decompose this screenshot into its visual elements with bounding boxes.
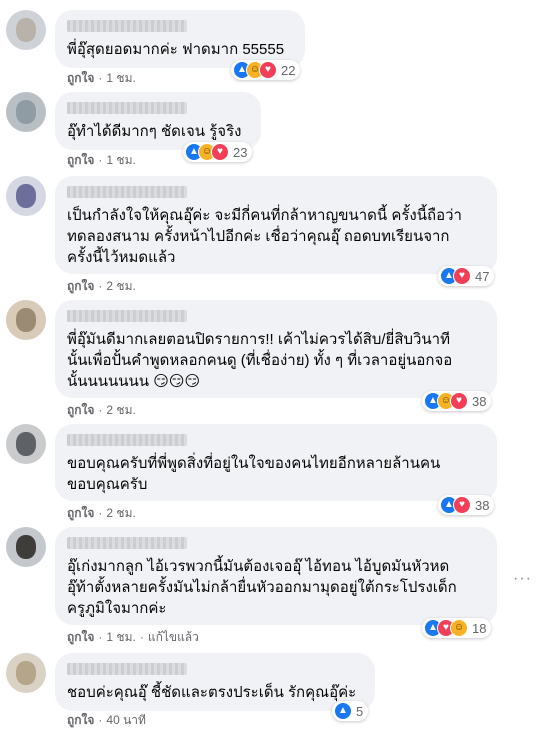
comment-bubble: อุ๊เก่งมากลูก ไอ้เวรพวกนี้มันต้องเจออุ๊ … xyxy=(55,527,497,625)
like-link[interactable]: ถูกใจ xyxy=(67,403,94,417)
timestamp[interactable]: 1 ชม. xyxy=(106,153,135,167)
avatar[interactable] xyxy=(6,653,46,693)
timestamp[interactable]: 40 นาที xyxy=(106,713,146,727)
like-link[interactable]: ถูกใจ xyxy=(67,71,94,85)
love-reaction-icon: ♥ xyxy=(211,143,229,161)
reaction-count: 5 xyxy=(356,703,364,719)
comment-bubble: ชอบค่ะคุณอุ๊ ชี้ชัดและตรงประเด็น รักคุณอ… xyxy=(55,653,375,711)
timestamp[interactable]: 2 ชม. xyxy=(106,403,135,417)
comment-text: พี่อุ๊สุดยอดมากค่ะ ฟาดมาก 55555 xyxy=(67,41,285,58)
edited-label[interactable]: แก้ไขแล้ว xyxy=(148,630,199,644)
comment-text: พี่อุ๊มันดีมากเลยตอนปิดรายการ!! เค้าไม่ค… xyxy=(67,331,453,390)
comment-bubble: พี่อุ๊มันดีมากเลยตอนปิดรายการ!! เค้าไม่ค… xyxy=(55,300,497,398)
love-reaction-icon: ♥ xyxy=(453,267,471,285)
commenter-name-redacted[interactable] xyxy=(67,310,187,322)
reaction-count: 47 xyxy=(475,268,490,284)
separator-dot: · xyxy=(98,279,103,293)
reaction-count: 18 xyxy=(472,620,487,636)
timestamp[interactable]: 2 ชม. xyxy=(106,279,135,293)
comment-actions: ถูกใจ · 1 ชม. · แก้ไขแล้ว xyxy=(67,629,199,645)
commenter-name-redacted[interactable] xyxy=(67,186,187,198)
reaction-summary[interactable]: ▲ 5 xyxy=(332,701,369,721)
separator-dot: · xyxy=(139,630,144,644)
separator-dot: · xyxy=(98,630,103,644)
avatar[interactable] xyxy=(6,300,46,340)
reaction-summary[interactable]: ▲ ☺ ♥ 38 xyxy=(422,391,492,411)
like-reaction-icon: ▲ xyxy=(334,702,352,720)
like-link[interactable]: ถูกใจ xyxy=(67,153,94,167)
commenter-name-redacted[interactable] xyxy=(67,434,187,446)
comment-bubble: ขอบคุณครับที่พี่พูดสิ่งที่อยู่ในใจของคนไ… xyxy=(55,424,497,501)
comment-text: ชอบค่ะคุณอุ๊ ชี้ชัดและตรงประเด็น รักคุณอ… xyxy=(67,684,357,701)
love-reaction-icon: ♥ xyxy=(450,392,468,410)
avatar[interactable] xyxy=(6,10,46,50)
separator-dot: · xyxy=(98,403,103,417)
reaction-summary[interactable]: ▲ ♥ 38 xyxy=(438,495,495,515)
like-link[interactable]: ถูกใจ xyxy=(67,506,94,520)
love-reaction-icon: ♥ xyxy=(259,61,277,79)
haha-reaction-icon: ☺ xyxy=(450,619,468,637)
separator-dot: · xyxy=(98,153,103,167)
comment-text: อุ๊ทำได้ดีมากๆ ชัดเจน รู้จริง xyxy=(67,123,242,140)
comment-bubble: เป็นกำลังใจให้คุณอุ๊ค่ะ จะมีกี่คนที่กล้า… xyxy=(55,176,497,274)
commenter-name-redacted[interactable] xyxy=(67,20,187,32)
avatar[interactable] xyxy=(6,424,46,464)
avatar[interactable] xyxy=(6,527,46,567)
separator-dot: · xyxy=(98,71,103,85)
comment-actions: ถูกใจ · 1 ชม. xyxy=(67,70,136,86)
reaction-summary[interactable]: ▲ ☺ ♥ 22 xyxy=(231,60,301,80)
reaction-count: 38 xyxy=(475,497,490,513)
commenter-name-redacted[interactable] xyxy=(67,537,187,549)
timestamp[interactable]: 1 ชม. xyxy=(106,630,135,644)
love-reaction-icon: ♥ xyxy=(453,496,471,514)
comment-actions: ถูกใจ · 2 ชม. xyxy=(67,402,136,418)
comment-actions: ถูกใจ · 40 นาที xyxy=(67,712,146,728)
comment-text: อุ๊เก่งมากลูก ไอ้เวรพวกนี้มันต้องเจออุ๊ … xyxy=(67,558,457,617)
more-options-icon[interactable]: ··· xyxy=(513,570,532,588)
comment-actions: ถูกใจ · 1 ชม. xyxy=(67,152,136,168)
reaction-count: 23 xyxy=(233,144,248,160)
reaction-count: 22 xyxy=(281,62,296,78)
reaction-summary[interactable]: ▲ ☺ ♥ 23 xyxy=(183,142,253,162)
like-link[interactable]: ถูกใจ xyxy=(67,630,94,644)
avatar[interactable] xyxy=(6,92,46,132)
like-link[interactable]: ถูกใจ xyxy=(67,279,94,293)
timestamp[interactable]: 2 ชม. xyxy=(106,506,135,520)
reaction-count: 38 xyxy=(472,393,487,409)
timestamp[interactable]: 1 ชม. xyxy=(106,71,135,85)
like-link[interactable]: ถูกใจ xyxy=(67,713,94,727)
commenter-name-redacted[interactable] xyxy=(67,663,187,675)
commenter-name-redacted[interactable] xyxy=(67,102,187,114)
separator-dot: · xyxy=(98,713,103,727)
comment-text: ขอบคุณครับที่พี่พูดสิ่งที่อยู่ในใจของคนไ… xyxy=(67,455,441,493)
comment-text: เป็นกำลังใจให้คุณอุ๊ค่ะ จะมีกี่คนที่กล้า… xyxy=(67,207,462,266)
avatar[interactable] xyxy=(6,176,46,216)
reaction-summary[interactable]: ▲ ♥ 47 xyxy=(438,266,495,286)
separator-dot: · xyxy=(98,506,103,520)
reaction-summary[interactable]: ▲ ♥ ☺ 18 xyxy=(422,618,492,638)
comment-actions: ถูกใจ · 2 ชม. xyxy=(67,505,136,521)
comment-actions: ถูกใจ · 2 ชม. xyxy=(67,278,136,294)
